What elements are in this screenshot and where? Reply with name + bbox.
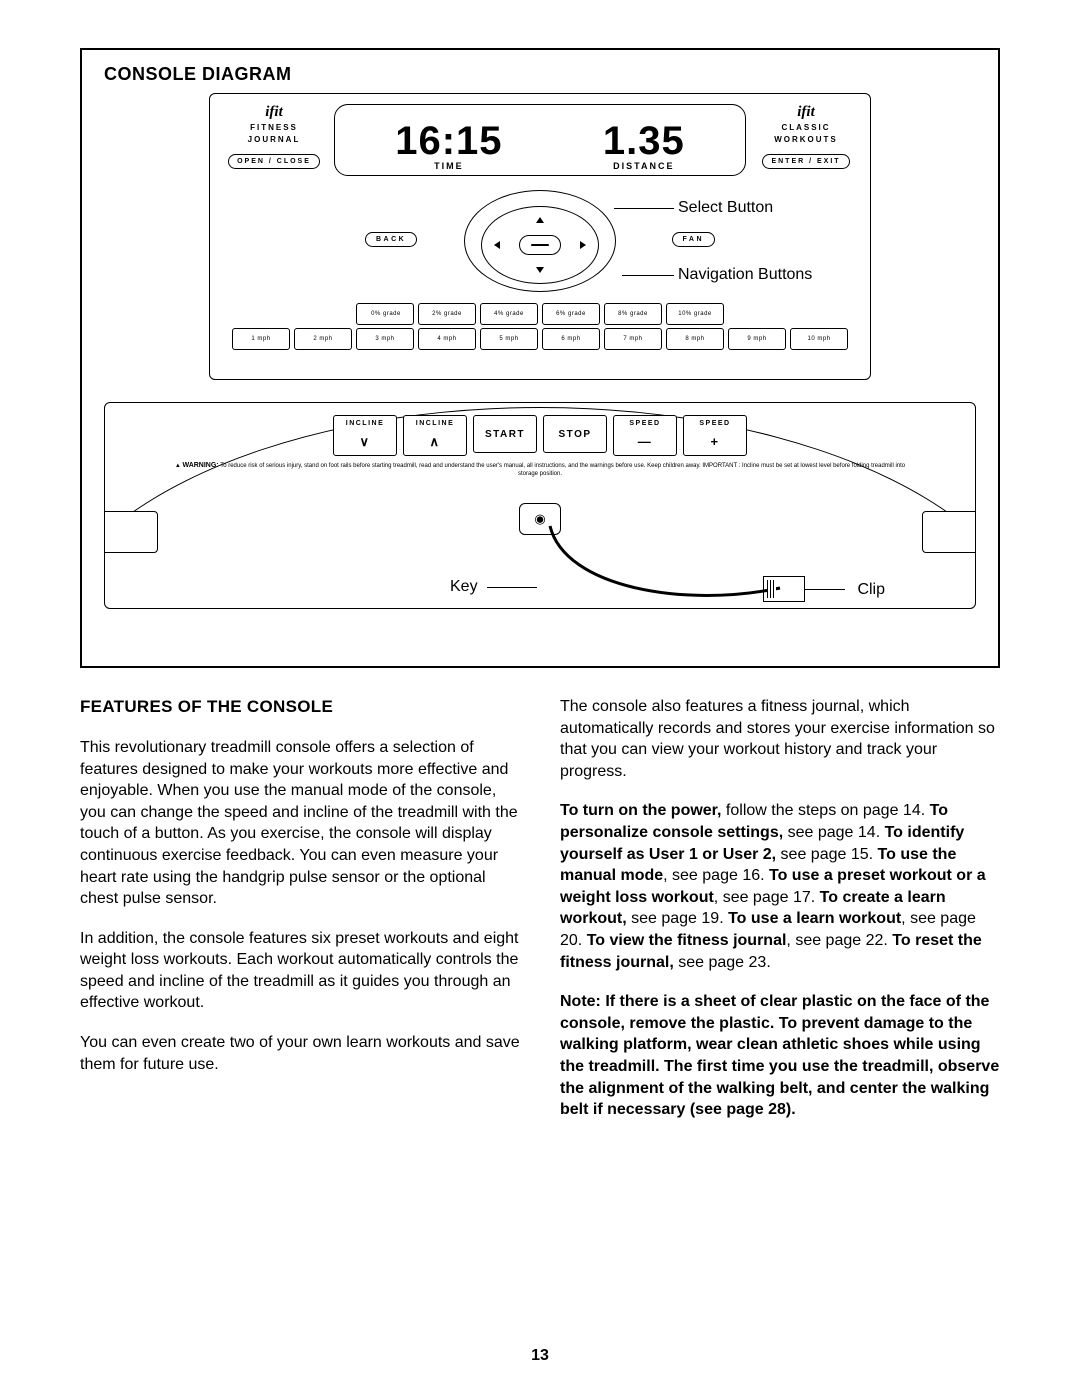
distance-label: DISTANCE (603, 162, 685, 171)
note-paragraph: Note: If there is a sheet of clear plast… (560, 991, 1000, 1121)
incline-down-button[interactable]: INCLINE∨ (333, 415, 397, 456)
body-columns: FEATURES OF THE CONSOLE This revolutiona… (80, 696, 1000, 1139)
fitness-journal-label-1: FITNESS (224, 123, 324, 133)
speed-down-button[interactable]: SPEED— (613, 415, 677, 456)
paragraph: This revolutionary treadmill console off… (80, 737, 520, 910)
features-heading: FEATURES OF THE CONSOLE (80, 696, 520, 719)
select-button[interactable] (519, 235, 561, 255)
back-button[interactable]: BACK (365, 232, 417, 247)
grade-button[interactable]: 8% grade (604, 303, 662, 325)
speed-button[interactable]: 1 mph (232, 328, 290, 350)
control-row: INCLINE∨ INCLINE∧ START STOP SPEED— SPEE… (105, 403, 975, 456)
speed-button[interactable]: 8 mph (666, 328, 724, 350)
console-upper-panel: ifit FITNESS JOURNAL OPEN / CLOSE 16:15 … (209, 93, 871, 380)
speed-button[interactable]: 4 mph (418, 328, 476, 350)
callout-line (487, 587, 537, 588)
grade-button[interactable]: 6% grade (542, 303, 600, 325)
nav-up-button[interactable] (536, 217, 544, 223)
speed-button[interactable]: 2 mph (294, 328, 352, 350)
paragraph: You can even create two of your own lear… (80, 1032, 520, 1075)
right-grip-box (922, 511, 976, 553)
left-column: FEATURES OF THE CONSOLE This revolutiona… (80, 696, 520, 1139)
key-callout-label: Key (450, 578, 478, 596)
nav-down-button[interactable] (536, 267, 544, 273)
ifit-logo-right: ifit (756, 104, 856, 121)
classic-workouts-label-2: WORKOUTS (756, 135, 856, 145)
nav-left-button[interactable] (494, 241, 500, 249)
nav-right-button[interactable] (580, 241, 586, 249)
distance-value: 1.35 (603, 121, 685, 161)
time-value: 16:15 (395, 121, 502, 161)
page-number: 13 (0, 1347, 1080, 1365)
nav-ring-inner (481, 206, 599, 284)
navigation-cluster: BACK FAN Select Button Navigation Button… (210, 190, 870, 300)
nav-buttons-callout: Navigation Buttons (678, 266, 812, 284)
time-label: TIME (395, 162, 502, 171)
paragraph: In addition, the console features six pr… (80, 928, 520, 1014)
speed-button[interactable]: 3 mph (356, 328, 414, 350)
safety-clip[interactable] (763, 576, 805, 602)
fitness-journal-panel: ifit FITNESS JOURNAL OPEN / CLOSE (224, 104, 324, 176)
speed-button[interactable]: 10 mph (790, 328, 848, 350)
warning-text: ▲ WARNING: To reduce risk of serious inj… (105, 462, 975, 478)
grade-button[interactable]: 4% grade (480, 303, 538, 325)
instructions-paragraph: To turn on the power, follow the steps o… (560, 800, 1000, 973)
speed-up-button[interactable]: SPEED+ (683, 415, 747, 456)
grade-button[interactable]: 2% grade (418, 303, 476, 325)
manual-page: CONSOLE DIAGRAM ifit FITNESS JOURNAL OPE… (0, 0, 1080, 1397)
paragraph: The console also features a fitness jour… (560, 696, 1000, 782)
speed-button[interactable]: 5 mph (480, 328, 538, 350)
speed-button[interactable]: 7 mph (604, 328, 662, 350)
console-diagram-frame: CONSOLE DIAGRAM ifit FITNESS JOURNAL OPE… (80, 48, 1000, 668)
console-lower-panel: INCLINE∨ INCLINE∧ START STOP SPEED— SPEE… (104, 402, 976, 609)
grade-preset-row: 0% grade 2% grade 4% grade 6% grade 8% g… (224, 303, 856, 325)
classic-workouts-panel: ifit CLASSIC WORKOUTS ENTER / EXIT (756, 104, 856, 176)
speed-button[interactable]: 9 mph (728, 328, 786, 350)
callout-line (614, 208, 674, 209)
classic-workouts-label-1: CLASSIC (756, 123, 856, 133)
diagram-title: CONSOLE DIAGRAM (104, 64, 980, 85)
incline-up-button[interactable]: INCLINE∧ (403, 415, 467, 456)
enter-exit-button[interactable]: ENTER / EXIT (762, 154, 849, 169)
select-button-callout: Select Button (678, 199, 773, 217)
start-button[interactable]: START (473, 415, 537, 453)
callout-line (622, 275, 674, 276)
fitness-journal-label-2: JOURNAL (224, 135, 324, 145)
right-column: The console also features a fitness jour… (560, 696, 1000, 1139)
grade-button[interactable]: 0% grade (356, 303, 414, 325)
speed-preset-row: 1 mph 2 mph 3 mph 4 mph 5 mph 6 mph 7 mp… (224, 328, 856, 350)
stop-button[interactable]: STOP (543, 415, 607, 453)
fan-button[interactable]: FAN (672, 232, 716, 247)
grade-button[interactable]: 10% grade (666, 303, 724, 325)
speed-button[interactable]: 6 mph (542, 328, 600, 350)
open-close-button[interactable]: OPEN / CLOSE (228, 154, 320, 169)
left-grip-box (104, 511, 158, 553)
ifit-logo-left: ifit (224, 104, 324, 121)
clip-callout-label: Clip (857, 581, 885, 599)
lcd-display: 16:15 TIME 1.35 DISTANCE (334, 104, 746, 176)
